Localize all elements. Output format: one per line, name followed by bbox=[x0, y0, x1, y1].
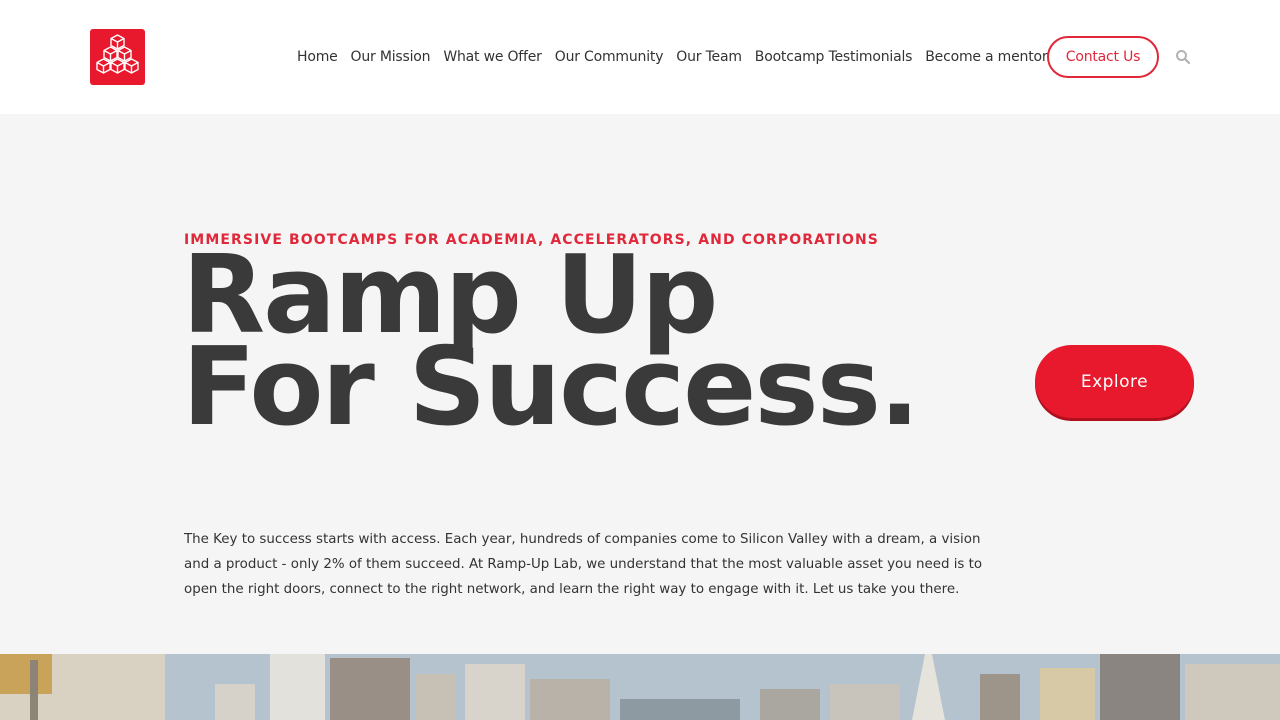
logo-cubes-icon[interactable] bbox=[90, 29, 145, 85]
contact-us-button[interactable]: Contact Us bbox=[1047, 36, 1159, 78]
nav-item-what-we-offer[interactable]: What we Offer bbox=[443, 49, 542, 65]
hero-title-line-2: For Success. bbox=[182, 325, 920, 450]
city-skyline-image bbox=[0, 654, 1280, 720]
nav-item-our-mission[interactable]: Our Mission bbox=[351, 49, 431, 65]
hero-description: The Key to success starts with access. E… bbox=[184, 532, 983, 597]
site-header: Home Our Mission What we Offer Our Commu… bbox=[0, 0, 1280, 114]
explore-button[interactable]: Explore bbox=[1035, 345, 1194, 418]
nav-item-our-team[interactable]: Our Team bbox=[676, 49, 742, 65]
nav-item-our-community[interactable]: Our Community bbox=[555, 49, 664, 65]
search-icon[interactable] bbox=[1175, 49, 1191, 65]
hero-title: Ramp Up For Success. bbox=[182, 242, 920, 450]
nav-item-become-a-mentor[interactable]: Become a mentor bbox=[925, 49, 1047, 65]
main-nav: Home Our Mission What we Offer Our Commu… bbox=[297, 46, 1060, 68]
nav-item-bootcamp-testimonials[interactable]: Bootcamp Testimonials bbox=[755, 49, 913, 65]
nav-item-home[interactable]: Home bbox=[297, 49, 338, 65]
